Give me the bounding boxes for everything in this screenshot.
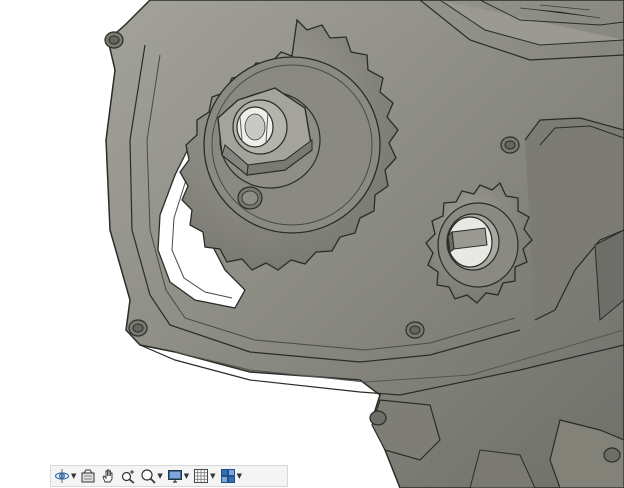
model-canvas[interactable] (0, 0, 624, 488)
grid-settings-button[interactable]: ▼ (192, 467, 216, 485)
zoom-icon (122, 470, 135, 484)
chevron-down-icon[interactable]: ▼ (237, 472, 242, 480)
viewports-button[interactable]: ▼ (219, 467, 243, 485)
bolt-hole (500, 136, 520, 154)
grid-icon (194, 469, 209, 483)
orbit-icon (54, 469, 70, 483)
zoom-button[interactable] (119, 467, 137, 485)
pan-button[interactable] (99, 467, 117, 485)
bolt-hole (369, 410, 387, 426)
viewports-icon (220, 469, 235, 483)
pan-hand-icon (102, 469, 113, 483)
bolt-hole (603, 447, 621, 463)
bolt-hole (405, 321, 425, 339)
chevron-down-icon[interactable]: ▼ (184, 472, 189, 480)
view-toolbar: ▼ ▼ ▼ ▼ ▼ (50, 465, 288, 487)
zoom-window-button[interactable]: ▼ (139, 467, 163, 485)
zoom-window-icon (141, 469, 156, 484)
3d-viewport[interactable] (0, 0, 624, 488)
look-at-button[interactable] (79, 467, 97, 485)
bolt-hole (128, 319, 148, 337)
chevron-down-icon[interactable]: ▼ (71, 472, 76, 480)
look-at-icon (81, 469, 95, 483)
chevron-down-icon[interactable]: ▼ (210, 472, 215, 480)
bolt-hole (104, 31, 124, 49)
display-monitor-icon (167, 470, 182, 483)
orbit-button[interactable]: ▼ (53, 467, 77, 485)
chevron-down-icon[interactable]: ▼ (157, 472, 162, 480)
display-settings-button[interactable]: ▼ (166, 467, 190, 485)
